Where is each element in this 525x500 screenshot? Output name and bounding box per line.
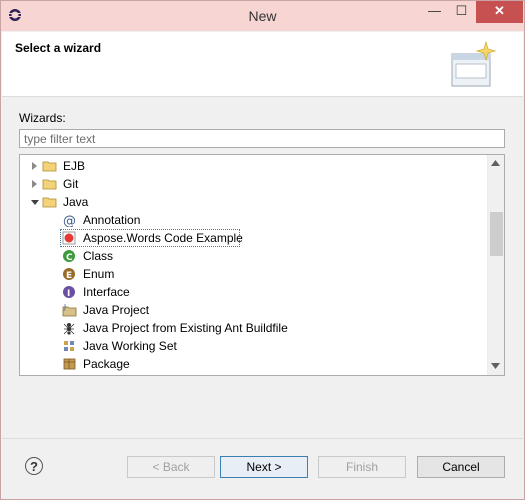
new-wizard-dialog: New — ☐ ✕ Select a wizard Wizards: EJB G… [0, 0, 525, 500]
folder-icon [42, 179, 57, 190]
vertical-scrollbar[interactable] [487, 155, 504, 375]
tree-item-aspose-words-code-example[interactable]: Aspose.Words Code Example [20, 229, 488, 247]
tree-item-package[interactable]: Package [20, 355, 488, 373]
scrollbar-thumb[interactable] [490, 212, 503, 256]
tree-item-enum[interactable]: E Enum [20, 265, 488, 283]
working-set-icon [64, 341, 74, 351]
tree-item-java[interactable]: Java [20, 193, 488, 211]
cancel-button[interactable]: Cancel [417, 456, 505, 478]
package-icon [63, 358, 76, 370]
enum-icon: E [63, 268, 75, 281]
tree-item-interface[interactable]: I Interface [20, 283, 488, 301]
wizard-tree[interactable]: EJB Git Java @ Annotation Aspose.Words C… [19, 154, 505, 376]
tree-item-label: Java Project [83, 303, 150, 317]
tree-item-label: Enum [83, 267, 115, 281]
folder-open-icon [42, 197, 57, 208]
tree-item-java-project-from-ant[interactable]: Java Project from Existing Ant Buildfile [20, 319, 488, 337]
close-button[interactable]: ✕ [476, 1, 523, 23]
tree-item-label: Java Working Set [83, 339, 177, 353]
footer-divider [2, 438, 523, 439]
ant-icon [63, 323, 75, 335]
tree-item-label: Git [63, 177, 79, 191]
filter-input[interactable] [19, 129, 505, 148]
finish-button[interactable]: Finish [318, 456, 406, 478]
back-button[interactable]: < Back [127, 456, 215, 478]
svg-text:I: I [67, 289, 70, 299]
tree-item-java-project[interactable]: J Java Project [20, 301, 488, 319]
tree-item-git[interactable]: Git [20, 175, 488, 193]
svg-text:E: E [66, 271, 72, 281]
svg-text:@: @ [63, 214, 76, 227]
tree-item-label: EJB [63, 159, 86, 173]
tree-item-annotation[interactable]: @ Annotation [20, 211, 488, 229]
help-button[interactable]: ? [25, 457, 43, 475]
tree-item-label: Annotation [83, 213, 141, 227]
collapse-arrow-icon[interactable] [31, 200, 39, 205]
expand-arrow-icon[interactable] [32, 162, 37, 170]
minimize-button[interactable]: — [421, 1, 448, 23]
svg-text:J: J [63, 303, 66, 311]
scroll-down-arrow-icon[interactable] [491, 363, 500, 369]
maximize-button[interactable]: ☐ [448, 1, 475, 23]
tree-item-label: Class [83, 249, 114, 263]
aspose-icon [62, 231, 76, 245]
wizards-label: Wizards: [19, 111, 66, 125]
title-bar[interactable]: New — ☐ ✕ [1, 1, 524, 31]
tree-item-ejb[interactable]: EJB [20, 157, 488, 175]
expand-arrow-icon[interactable] [32, 180, 37, 188]
new-wizard-banner-icon [451, 40, 497, 87]
interface-icon: I [63, 286, 75, 299]
page-title: Select a wizard [15, 41, 102, 55]
scroll-up-arrow-icon[interactable] [491, 160, 500, 166]
tree-item-label: Java [63, 195, 89, 209]
tree-item-label: Interface [83, 285, 130, 299]
tree-item-label: Package [83, 357, 130, 371]
annotation-icon: @ [63, 214, 76, 227]
svg-text:C: C [66, 253, 73, 263]
wizard-header: Select a wizard [2, 32, 523, 97]
class-icon: C [63, 250, 75, 263]
folder-icon [42, 161, 57, 172]
java-project-icon: J [62, 303, 77, 317]
tree-item-label: Java Project from Existing Ant Buildfile [83, 321, 288, 335]
tree-item-class[interactable]: C Class [20, 247, 488, 265]
tree-item-label: Aspose.Words Code Example [83, 231, 243, 245]
next-button[interactable]: Next > [220, 456, 308, 478]
tree-item-java-working-set[interactable]: Java Working Set [20, 337, 488, 355]
